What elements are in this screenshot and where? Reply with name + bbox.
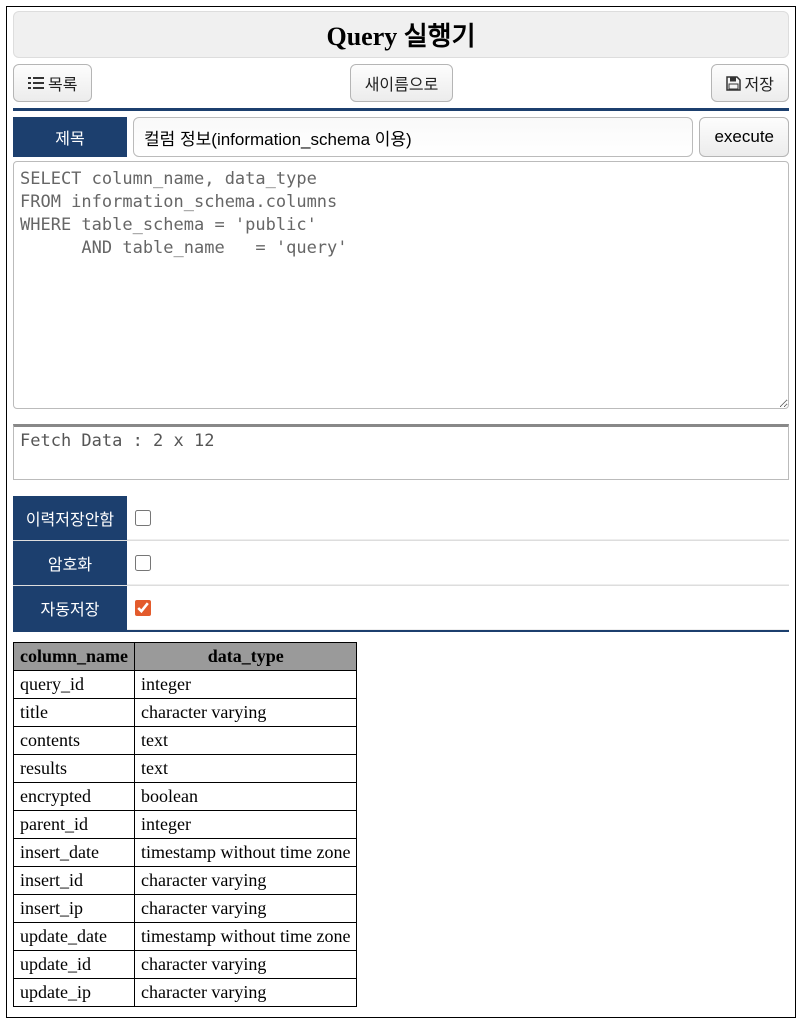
table-cell: insert_id xyxy=(14,867,135,895)
toolbar: 목록 새이름으로 저장 xyxy=(13,64,789,111)
table-row: titlecharacter varying xyxy=(14,699,357,727)
option-label: 자동저장 xyxy=(13,586,127,630)
list-button[interactable]: 목록 xyxy=(13,64,92,102)
encrypt-checkbox[interactable] xyxy=(135,555,151,571)
table-cell: character varying xyxy=(135,895,357,923)
table-cell: character varying xyxy=(135,951,357,979)
table-row: update_datetimestamp without time zone xyxy=(14,923,357,951)
table-cell: timestamp without time zone xyxy=(135,839,357,867)
table-row: update_ipcharacter varying xyxy=(14,979,357,1007)
table-cell: insert_date xyxy=(14,839,135,867)
table-row: update_idcharacter varying xyxy=(14,951,357,979)
save-as-button-label: 새이름으로 xyxy=(365,71,439,95)
save-button[interactable]: 저장 xyxy=(711,64,789,102)
table-cell: integer xyxy=(135,811,357,839)
page-title: Query 실행기 xyxy=(326,22,475,51)
list-icon xyxy=(28,76,44,90)
table-row: resultstext xyxy=(14,755,357,783)
execute-button[interactable]: execute xyxy=(699,117,789,157)
table-cell: text xyxy=(135,727,357,755)
table-row: query_idinteger xyxy=(14,671,357,699)
table-cell: character varying xyxy=(135,699,357,727)
save-icon xyxy=(726,76,741,91)
query-textarea[interactable] xyxy=(13,161,789,409)
table-cell: update_date xyxy=(14,923,135,951)
table-cell: update_id xyxy=(14,951,135,979)
no-history-checkbox[interactable] xyxy=(135,510,151,526)
table-cell: character varying xyxy=(135,867,357,895)
title-input[interactable] xyxy=(133,117,693,157)
option-row-encrypt: 암호화 xyxy=(13,540,789,585)
autosave-checkbox[interactable] xyxy=(135,600,151,616)
table-cell: boolean xyxy=(135,783,357,811)
list-button-label: 목록 xyxy=(48,71,77,95)
table-cell: timestamp without time zone xyxy=(135,923,357,951)
title-label: 제목 xyxy=(13,117,127,157)
option-label: 이력저장안함 xyxy=(13,496,127,540)
table-cell: encrypted xyxy=(14,783,135,811)
table-cell: character varying xyxy=(135,979,357,1007)
table-cell: update_ip xyxy=(14,979,135,1007)
table-row: insert_idcharacter varying xyxy=(14,867,357,895)
table-row: insert_datetimestamp without time zone xyxy=(14,839,357,867)
table-cell: results xyxy=(14,755,135,783)
option-row-autosave: 자동저장 xyxy=(13,585,789,630)
table-row: parent_idinteger xyxy=(14,811,357,839)
page-header: Query 실행기 xyxy=(13,11,789,58)
title-row: 제목 execute xyxy=(13,117,789,157)
result-table: column_namedata_type query_idintegertitl… xyxy=(13,642,357,1007)
options-panel: 이력저장안함 암호화 자동저장 xyxy=(13,496,789,632)
table-row: contentstext xyxy=(14,727,357,755)
table-cell: parent_id xyxy=(14,811,135,839)
table-cell: title xyxy=(14,699,135,727)
option-label: 암호화 xyxy=(13,541,127,585)
table-cell: integer xyxy=(135,671,357,699)
save-as-button[interactable]: 새이름으로 xyxy=(350,64,454,102)
table-cell: contents xyxy=(14,727,135,755)
table-row: encryptedboolean xyxy=(14,783,357,811)
table-cell: insert_ip xyxy=(14,895,135,923)
table-header: column_name xyxy=(14,643,135,671)
table-cell: text xyxy=(135,755,357,783)
save-button-label: 저장 xyxy=(745,71,774,95)
table-header: data_type xyxy=(135,643,357,671)
option-row-no-history: 이력저장안함 xyxy=(13,496,789,540)
table-cell: query_id xyxy=(14,671,135,699)
status-output: Fetch Data : 2 x 12 xyxy=(13,424,789,480)
table-row: insert_ipcharacter varying xyxy=(14,895,357,923)
